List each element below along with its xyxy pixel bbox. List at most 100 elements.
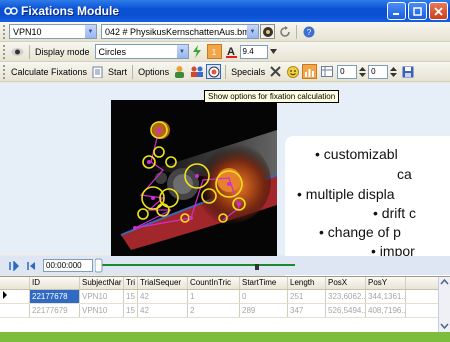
close-button[interactable] [429, 2, 448, 20]
refresh-button[interactable] [277, 24, 292, 39]
column-header[interactable]: SubjectNar [80, 277, 124, 289]
table-cell[interactable]: 344,1361... [366, 290, 406, 303]
start-button[interactable]: Start [106, 67, 129, 77]
column-header[interactable]: StartTime [240, 277, 288, 289]
options-group-button[interactable] [189, 64, 204, 79]
spinner-icon [390, 66, 398, 77]
options-tooltip: Show options for fixation calculation [204, 90, 340, 103]
group-icon [190, 66, 203, 77]
minimize-icon [393, 12, 399, 15]
font-button[interactable]: A [224, 44, 239, 59]
table-cell[interactable]: 15 [124, 304, 138, 317]
column-header[interactable]: CountInTric [188, 277, 240, 289]
scroll-down-icon[interactable] [439, 321, 450, 331]
chart-button[interactable] [302, 64, 318, 79]
toolbar-grip[interactable] [3, 64, 6, 79]
table-cell[interactable]: VPN10 [80, 290, 124, 303]
eye-button[interactable] [260, 24, 275, 39]
column-header[interactable]: Length [288, 277, 326, 289]
table-cell[interactable]: 15 [124, 290, 138, 303]
table-cell[interactable]: 251 [288, 290, 326, 303]
stimulus-image[interactable] [111, 100, 277, 256]
display-mode-combo[interactable]: Circles ▼ [94, 44, 189, 59]
table-cell[interactable]: 526,5494... [326, 304, 366, 317]
fixations-window: Fixations Module VPN10 ▼ 042 # PhysikusK… [0, 0, 450, 338]
specials-label: Specials [231, 66, 266, 77]
delete-button[interactable] [268, 64, 283, 79]
toolbar-selection: VPN10 ▼ 042 # PhysikusKernschattenAus.bm… [0, 22, 450, 42]
table-cell[interactable]: 289 [240, 304, 288, 317]
eye-icon [262, 26, 273, 37]
slide-footer-bar [0, 332, 450, 342]
chevron-down-icon [269, 48, 277, 54]
scroll-up-icon[interactable] [439, 277, 450, 287]
vertical-scrollbar[interactable] [438, 277, 450, 332]
column-header[interactable]: PosY [366, 277, 406, 289]
table-cell[interactable]: 42 [138, 304, 188, 317]
spin-field-2[interactable]: 0 [368, 64, 389, 79]
subject-combo[interactable]: VPN10 ▼ [9, 24, 97, 39]
table-cell[interactable]: 22177679 [30, 304, 80, 317]
eye-icon [11, 47, 24, 56]
time-slider[interactable] [95, 256, 295, 275]
chevron-down-icon[interactable]: ▼ [85, 25, 96, 38]
smiley-button[interactable] [285, 64, 300, 79]
table-cell[interactable]: 323,6062... [326, 290, 366, 303]
table-row[interactable]: 22177679 VPN10 15 42 2 289 347 526,5494.… [0, 304, 450, 318]
row-pointer-icon [3, 291, 7, 299]
grid-button[interactable] [319, 64, 334, 79]
fixations-table: ID SubjectNar Tri TrialSequer CountInTri… [0, 276, 450, 332]
column-header[interactable]: PosX [326, 277, 366, 289]
fixation-options-button[interactable] [206, 64, 222, 79]
table-cell[interactable]: 347 [288, 304, 326, 317]
time-display: 00:00:000 [43, 259, 93, 272]
rewind-button[interactable] [23, 258, 38, 273]
maximize-button[interactable] [408, 2, 427, 20]
person-icon [175, 66, 185, 78]
player-bar: 00:00:000 [0, 256, 450, 275]
clock-icon [208, 66, 220, 77]
toolbar-grip[interactable] [3, 44, 6, 59]
table-cell[interactable]: 1 [188, 290, 240, 303]
table-row[interactable]: 22177678 VPN10 15 42 1 0 251 323,6062...… [0, 290, 450, 304]
table-cell[interactable]: 42 [138, 290, 188, 303]
numbered-button[interactable]: 1 [206, 44, 222, 59]
spin-field-1[interactable]: 0 [337, 64, 358, 79]
table-cell[interactable]: 22177678 [30, 290, 80, 303]
font-size-value: 9.4 [242, 47, 254, 56]
play-pause-button[interactable] [6, 258, 21, 273]
font-size-dropdown[interactable] [269, 44, 278, 59]
options-person-button[interactable] [172, 64, 187, 79]
table-cell[interactable]: VPN10 [80, 304, 124, 317]
font-color-icon: A [225, 46, 237, 58]
slider-thumb [95, 258, 103, 273]
spin-arrows-1[interactable] [358, 64, 367, 79]
separator [132, 64, 134, 79]
separator [29, 44, 30, 59]
spin-value-1: 0 [340, 67, 345, 76]
color-arrow-button[interactable] [190, 44, 205, 59]
minimize-button[interactable] [387, 2, 406, 20]
table-cell[interactable]: 0 [240, 290, 288, 303]
title-bar[interactable]: Fixations Module [0, 0, 450, 22]
app-icon [4, 7, 18, 15]
spin-arrows-2[interactable] [389, 64, 398, 79]
save-button[interactable] [400, 64, 415, 79]
refresh-icon [279, 25, 290, 37]
subject-value: VPN10 [13, 26, 42, 37]
floppy-icon [402, 66, 414, 77]
font-size-field[interactable]: 9.4 [239, 44, 268, 59]
toolbar-grip[interactable] [3, 24, 6, 39]
trial-combo[interactable]: 042 # PhysikusKernschattenAus.bmp ▼ [101, 24, 259, 39]
feature-line: ca [397, 166, 412, 182]
table-cell[interactable]: 2 [188, 304, 240, 317]
help-button[interactable]: ? [301, 24, 316, 39]
column-header[interactable]: Tri [124, 277, 138, 289]
column-header[interactable]: TrialSequer [138, 277, 188, 289]
chevron-down-icon[interactable]: ▼ [176, 45, 188, 58]
display-eye-button[interactable] [10, 44, 25, 59]
chevron-down-icon[interactable]: ▼ [247, 25, 258, 38]
table-cell[interactable]: 408,7196... [366, 304, 406, 317]
column-header[interactable]: ID [30, 277, 80, 289]
number-icon: 1 [212, 48, 217, 57]
